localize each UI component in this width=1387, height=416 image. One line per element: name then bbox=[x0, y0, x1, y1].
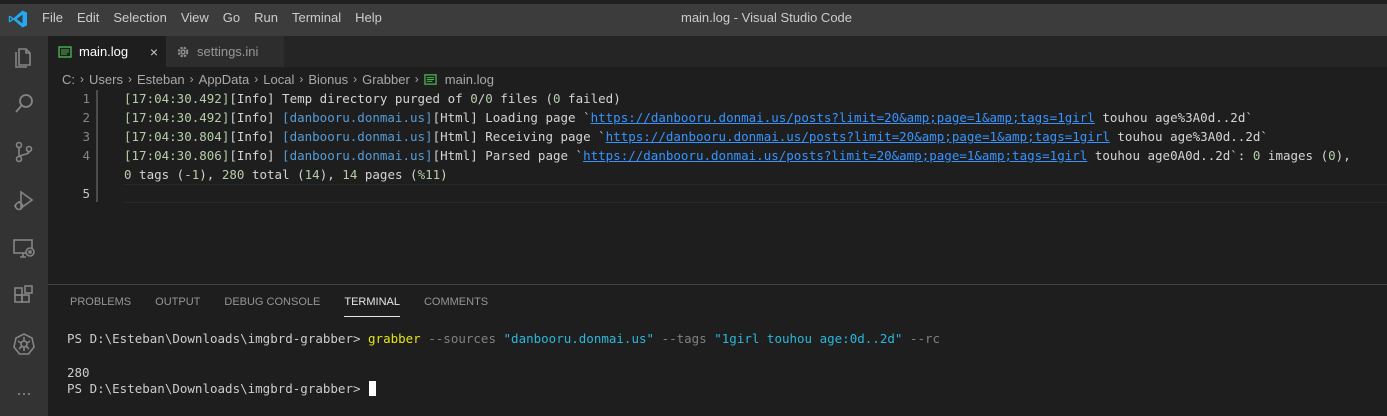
gear-icon bbox=[177, 46, 189, 57]
source-control-icon[interactable] bbox=[10, 138, 38, 166]
url-link[interactable]: https://danbooru.donmai.us/posts?limit=2… bbox=[606, 129, 1110, 144]
breadcrumb-item[interactable]: Grabber bbox=[362, 72, 410, 87]
bottom-panel: PROBLEMS OUTPUT DEBUG CONSOLE TERMINAL C… bbox=[48, 285, 1387, 416]
breadcrumb-item[interactable]: Users bbox=[89, 72, 123, 87]
terminal-command: grabber bbox=[368, 331, 421, 346]
terminal-prompt: PS D:\Esteban\Downloads\imgbrd-grabber> bbox=[67, 331, 369, 346]
url-link[interactable]: https://danbooru.donmai.us/posts?limit=2… bbox=[583, 148, 1087, 163]
code-line: [17:04:30.804][Info] [danbooru.donmai.us… bbox=[124, 129, 1268, 144]
run-debug-icon[interactable] bbox=[10, 186, 38, 214]
code-line: [17:04:30.492][Info] Temp directory purg… bbox=[124, 91, 621, 106]
current-line-highlight bbox=[124, 184, 1387, 203]
terminal-input-line[interactable]: PS D:\Esteban\Downloads\imgbrd-grabber> bbox=[67, 381, 377, 397]
line-number: 3 bbox=[82, 129, 90, 144]
line-number: 4 bbox=[82, 148, 90, 163]
panel-tabs: PROBLEMS OUTPUT DEBUG CONSOLE TERMINAL C… bbox=[70, 295, 512, 317]
window-chrome-strip bbox=[0, 0, 1387, 4]
terminal-prompt: PS D:\Esteban\Downloads\imgbrd-grabber> bbox=[67, 381, 369, 396]
breadcrumb-item[interactable]: Bionus bbox=[308, 72, 348, 87]
breadcrumb-item[interactable]: AppData bbox=[199, 72, 250, 87]
tab-label: main.log bbox=[79, 44, 129, 59]
line-number: 2 bbox=[82, 110, 90, 125]
chevron-right-icon: › bbox=[414, 72, 419, 86]
more-icon[interactable]: ... bbox=[10, 378, 38, 406]
terminal-cursor bbox=[369, 381, 377, 396]
log-file-icon bbox=[58, 45, 72, 58]
chevron-right-icon: › bbox=[80, 72, 84, 86]
search-icon[interactable] bbox=[10, 90, 38, 118]
terminal-output: 280 bbox=[67, 365, 90, 380]
tab-label: settings.ini bbox=[197, 44, 259, 59]
editor-tabs: main.log × settings.ini bbox=[48, 36, 1387, 67]
activity-bar: ... bbox=[0, 36, 48, 416]
breadcrumb-item[interactable]: C: bbox=[62, 72, 75, 87]
tab-main-log[interactable]: main.log × bbox=[48, 36, 166, 67]
breadcrumb-item[interactable]: Local bbox=[263, 72, 294, 87]
tab-debug-console[interactable]: DEBUG CONSOLE bbox=[224, 295, 320, 317]
extensions-icon[interactable] bbox=[10, 282, 38, 310]
tab-terminal[interactable]: TERMINAL bbox=[344, 295, 400, 317]
close-icon[interactable]: × bbox=[150, 44, 158, 60]
chevron-right-icon: › bbox=[127, 72, 132, 86]
kubernetes-icon[interactable] bbox=[10, 330, 38, 358]
breadcrumb-item[interactable]: main.log bbox=[445, 72, 494, 87]
tab-comments[interactable]: COMMENTS bbox=[424, 295, 488, 317]
chevron-right-icon: › bbox=[189, 72, 194, 86]
line-number: 5 bbox=[82, 186, 90, 201]
line-number: 1 bbox=[82, 91, 90, 106]
breadcrumb-item[interactable]: Esteban bbox=[137, 72, 185, 87]
tab-output[interactable]: OUTPUT bbox=[155, 295, 200, 317]
url-link[interactable]: https://danbooru.donmai.us/posts?limit=2… bbox=[591, 110, 1095, 125]
terminal-command-line[interactable]: PS D:\Esteban\Downloads\imgbrd-grabber> … bbox=[67, 331, 940, 346]
window-title: main.log - Visual Studio Code bbox=[680, 10, 853, 25]
editor[interactable]: 1 2 3 4 5 [17:04:30.492][Info] Temp dire… bbox=[48, 88, 1387, 284]
indent-guide bbox=[96, 90, 98, 202]
title-bar: File Edit Selection View Go Run Terminal… bbox=[0, 0, 1387, 36]
chevron-right-icon: › bbox=[254, 72, 259, 86]
chevron-right-icon: › bbox=[353, 72, 358, 86]
tab-problems[interactable]: PROBLEMS bbox=[70, 295, 131, 317]
code-line: [17:04:30.492][Info] [danbooru.donmai.us… bbox=[124, 110, 1253, 125]
remote-explorer-icon[interactable] bbox=[10, 234, 38, 262]
log-file-icon bbox=[424, 73, 437, 85]
tab-settings-ini[interactable]: settings.ini bbox=[166, 36, 284, 67]
files-icon[interactable] bbox=[10, 42, 38, 70]
code-line: 0 tags (-1), 280 total (14), 14 pages (%… bbox=[124, 167, 448, 182]
breadcrumb: C: › Users › Esteban › AppData › Local › Bion… bbox=[62, 70, 494, 88]
chevron-right-icon: › bbox=[299, 72, 304, 86]
code-line: [17:04:30.806][Info] [danbooru.donmai.us… bbox=[124, 148, 1351, 163]
